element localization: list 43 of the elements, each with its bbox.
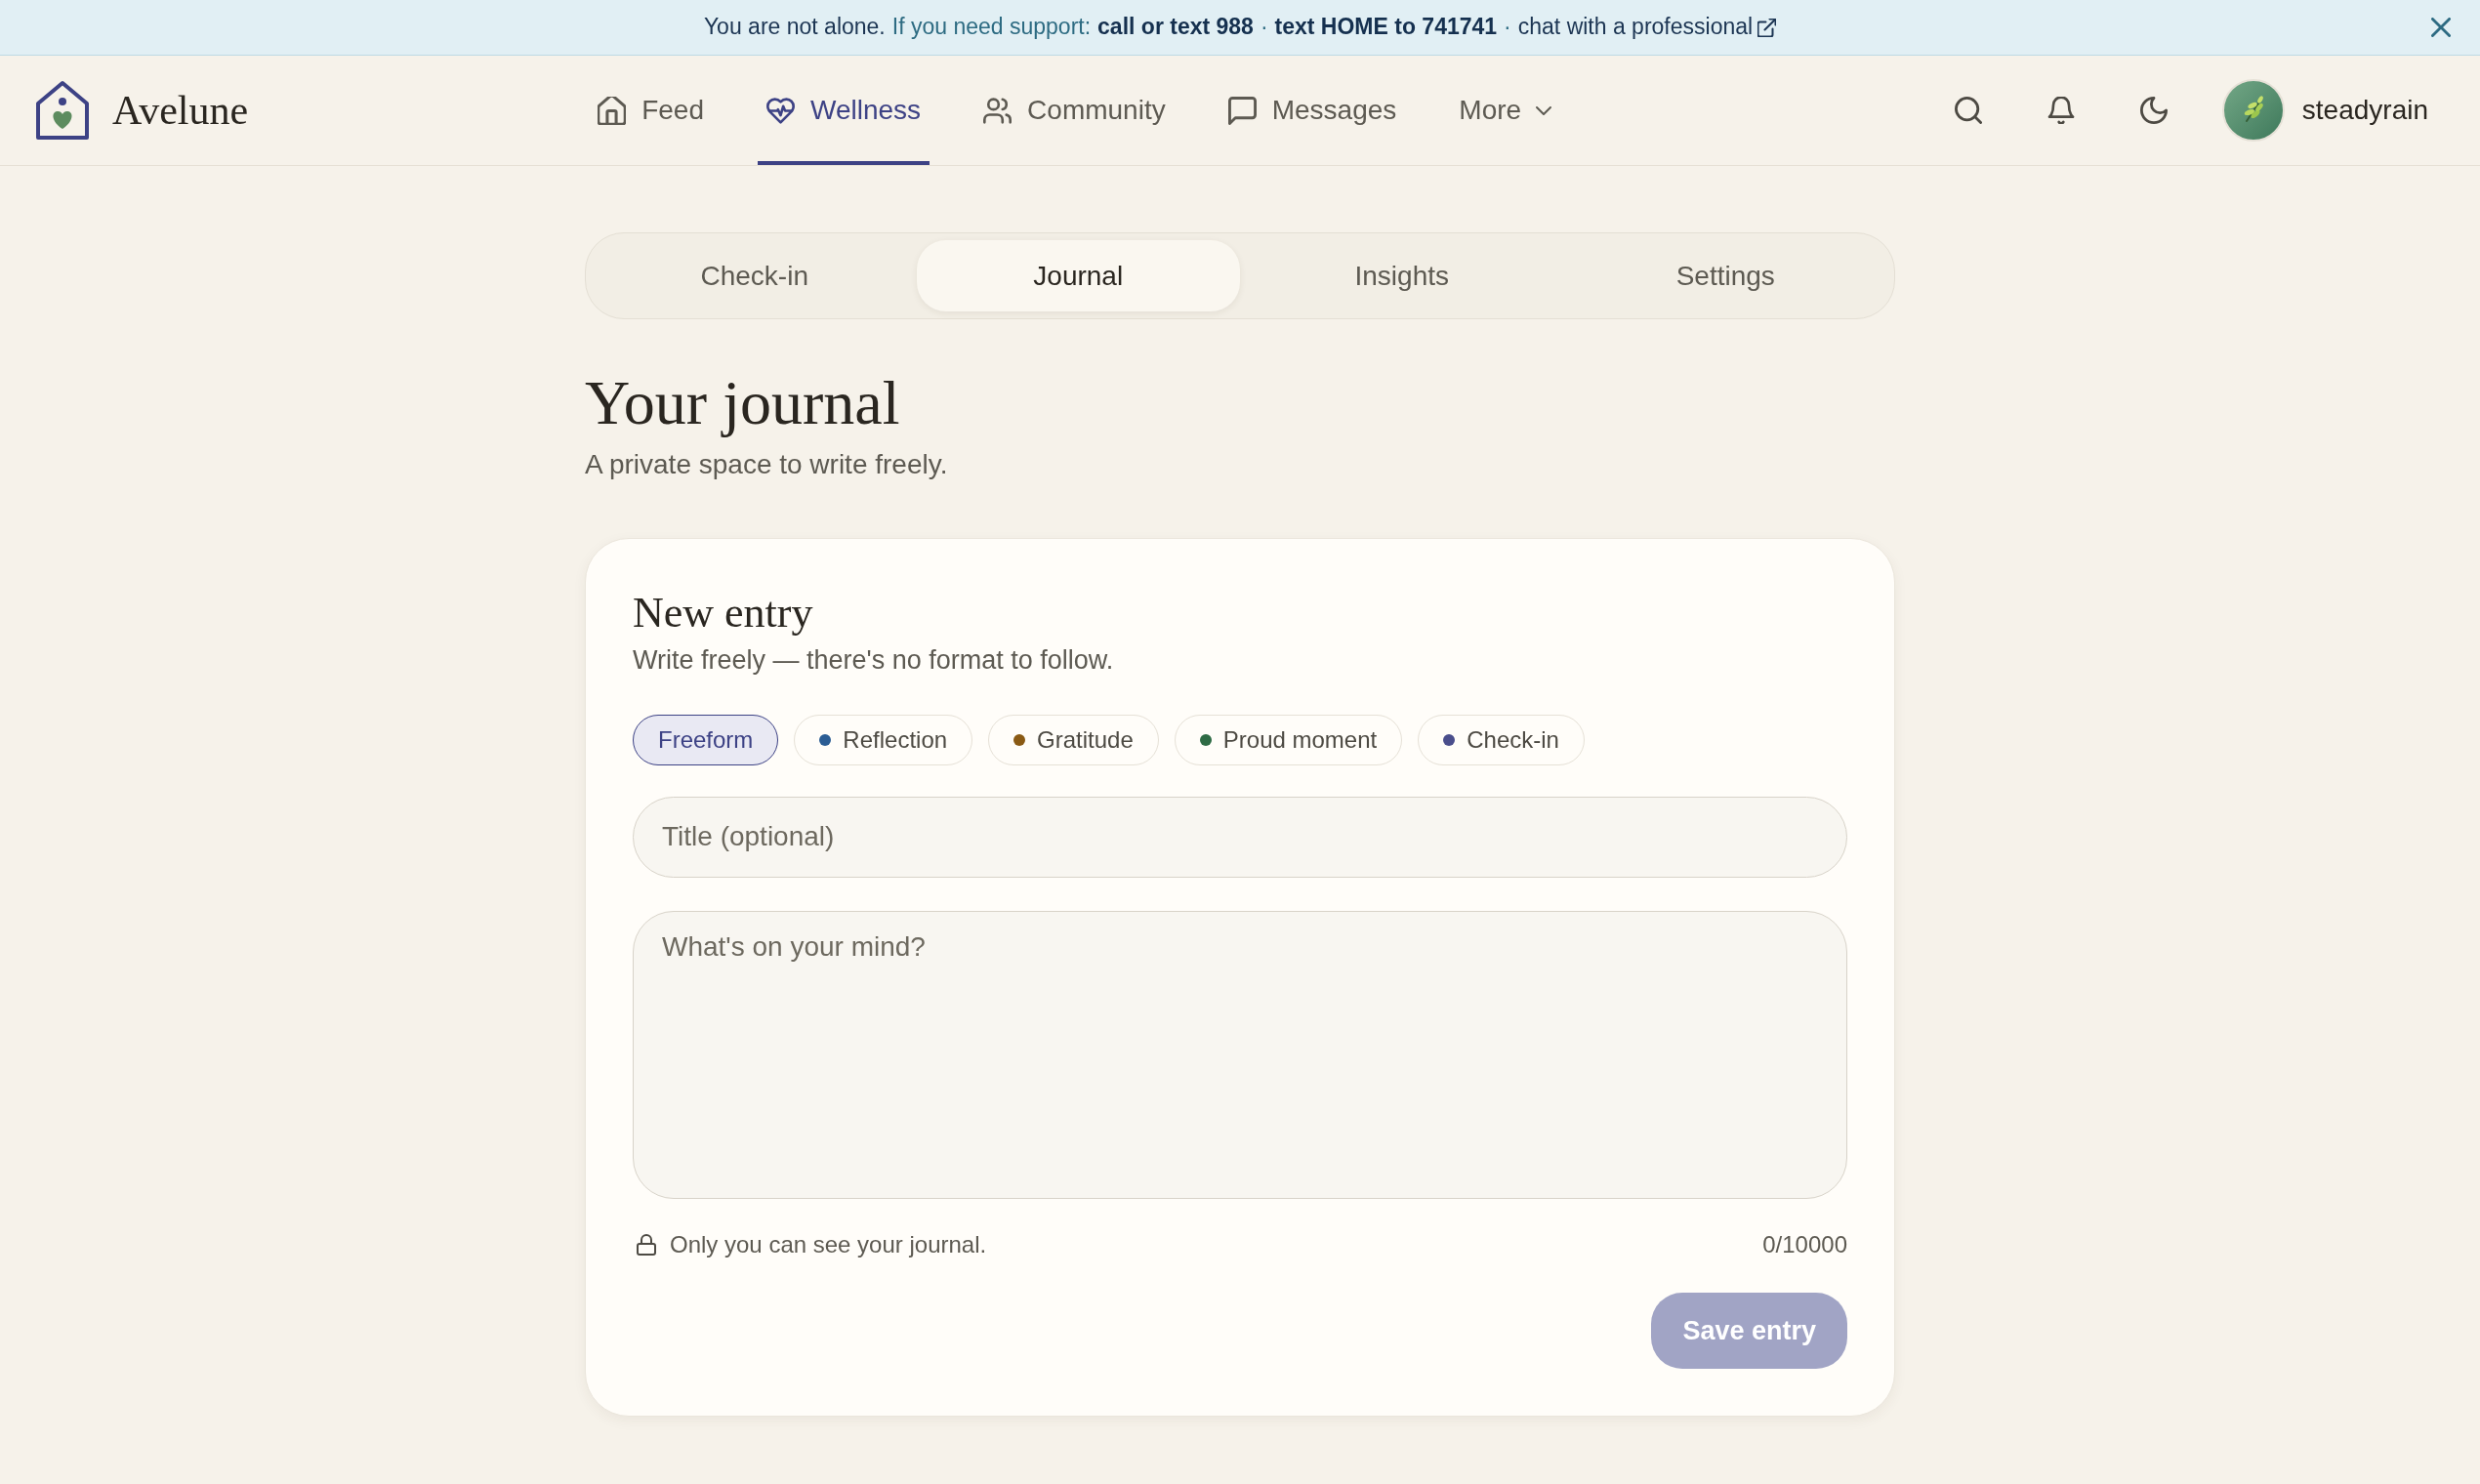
card-title: New entry xyxy=(633,588,814,639)
nav-link[interactable]: Messages xyxy=(1219,56,1406,165)
page-subtitle: A private space to write freely. xyxy=(585,447,949,481)
card-subtitle: Write freely — there's no format to follow. xyxy=(633,644,1115,677)
logo-icon xyxy=(35,80,90,141)
chevron-down-icon xyxy=(1535,104,1553,116)
entry-type-chip[interactable]: Gratitude xyxy=(988,714,1159,765)
nav-link[interactable]: More xyxy=(1450,56,1562,165)
hotline-link[interactable]: call or text 988 xyxy=(1097,14,1254,41)
moon-icon xyxy=(2139,97,2168,124)
lock-icon xyxy=(637,1233,656,1256)
chat-bubble-icon xyxy=(1227,96,1257,125)
entry-type-chip[interactable]: Proud moment xyxy=(1174,714,1403,765)
user-menu[interactable]: steadyrain xyxy=(2221,79,2428,142)
brand-name: Avelune xyxy=(112,86,249,135)
support-text: If you need support: xyxy=(891,14,1092,41)
hotline-link[interactable]: text HOME to 741741 xyxy=(1274,14,1498,41)
search-icon xyxy=(1954,97,1982,124)
dot-separator: · xyxy=(1504,14,1511,41)
support-heading: You are not alone. xyxy=(703,14,886,41)
entry-type-chip[interactable]: Reflection xyxy=(794,714,973,765)
char-count: 0/10000 xyxy=(1762,1230,1847,1259)
people-icon xyxy=(983,96,1013,125)
dot-separator: · xyxy=(1260,14,1268,41)
tab[interactable]: Journal xyxy=(916,240,1240,311)
nav-link[interactable]: Community xyxy=(974,56,1175,165)
support-link[interactable]: chat with a professional xyxy=(1517,14,1777,41)
tab[interactable]: Insights xyxy=(1240,240,1564,311)
close-icon xyxy=(2431,18,2451,37)
page-title: Your journal xyxy=(585,367,901,439)
tab[interactable]: Settings xyxy=(1563,240,1887,311)
leaf-avatar-icon xyxy=(2221,79,2285,142)
title-input[interactable]: Title (optional) xyxy=(633,796,1847,878)
journal-textarea[interactable]: What's on your mind? xyxy=(633,910,1847,1199)
bell-icon xyxy=(2046,97,2075,124)
heart-pulse-icon xyxy=(766,96,795,125)
nav-link[interactable]: Feed xyxy=(589,56,713,165)
house-icon xyxy=(598,96,627,125)
entry-type-chip[interactable]: Freeform xyxy=(633,714,779,765)
tab[interactable]: Check-in xyxy=(593,240,917,311)
privacy-note: Only you can see your journal. xyxy=(670,1230,987,1259)
entry-type-chip[interactable]: Check-in xyxy=(1418,714,1585,765)
nav-link[interactable]: Wellness xyxy=(758,56,930,165)
